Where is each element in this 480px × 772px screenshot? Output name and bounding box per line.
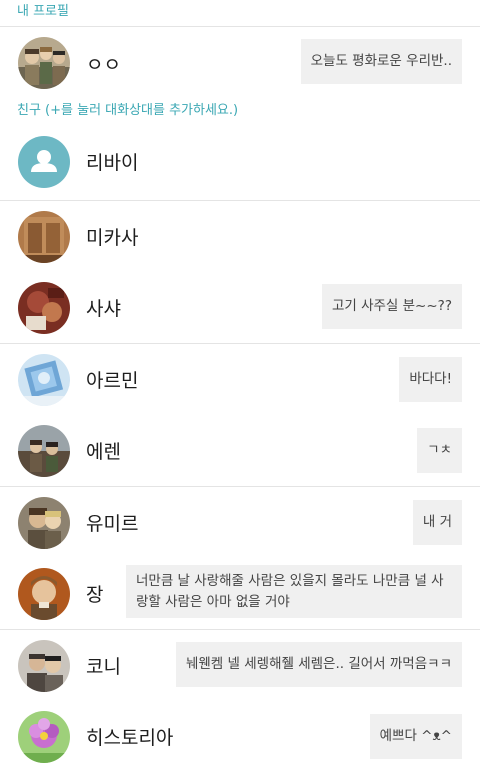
friend-status-message: 고기 사주실 분~~?? [321,284,462,329]
friend-row-ymir[interactable]: 유미르 내 거 [0,486,480,558]
my-profile-row[interactable]: ㅇㅇ 오늘도 평화로운 우리반.. [0,27,480,99]
friend-avatar [18,210,70,263]
friend-status-message: ㄱㅊ [417,428,462,473]
friend-row-armin[interactable]: 아르민 바다다! [0,343,480,415]
friend-avatar [18,353,70,406]
friend-row-eren[interactable]: 에렌 ㄱㅊ [0,415,480,486]
friend-status-message: 너만큼 날 사랑해줄 사람은 있을지 몰라도 나만큼 널 사랑할 사람은 아마 … [126,565,462,618]
friend-name: 코니 [86,656,121,678]
friend-avatar [18,567,70,620]
friend-name: 유미르 [86,513,139,535]
friend-status-message: 눼웬켐 넬 세렝해줼 세렘은.. 길어서 까먹음ㅋㅋ [175,642,462,687]
friend-avatar [18,639,70,692]
friend-avatar [18,496,70,549]
friend-row-levi[interactable]: 리바이 [0,123,480,200]
friend-status-message: 바다다! [399,357,462,402]
friend-avatar [18,424,70,477]
friend-avatar [18,710,70,763]
friend-name: 장 [86,584,104,606]
friend-name: 에렌 [86,441,121,463]
friend-row-sasha[interactable]: 사샤 고기 사주실 분~~?? [0,272,480,343]
friend-name: 사샤 [86,298,121,320]
friend-avatar [18,281,70,334]
my-profile-avatar [18,37,70,89]
friend-status-message: 예쁘다 ^ᴥ^ [369,714,462,759]
friend-name: 아르민 [86,370,139,392]
friend-status-message: 내 거 [412,500,462,545]
friend-name: 미카사 [86,227,139,249]
friend-name: 리바이 [86,152,139,174]
my-profile-header: 내 프로필 [0,0,480,27]
friend-row-mikasa[interactable]: 미카사 [0,200,480,272]
friends-header: 친구 (+를 눌러 대화상대를 추가하세요.) [17,103,239,118]
friend-row-connie[interactable]: 코니 눼웬켐 넬 세렝해줼 세렘은.. 길어서 까먹음ㅋㅋ [0,629,480,701]
friend-row-jean[interactable]: 장 너만큼 날 사랑해줄 사람은 있을지 몰라도 나만큼 널 사랑할 사람은 아… [0,558,480,629]
default-person-icon [18,135,70,188]
my-status-message: 오늘도 평화로운 우리반.. [300,39,462,84]
friend-row-historia[interactable]: 히스토리아 예쁘다 ^ᴥ^ [0,701,480,772]
my-profile-name: ㅇㅇ [86,53,121,76]
friend-name: 히스토리아 [86,727,174,749]
